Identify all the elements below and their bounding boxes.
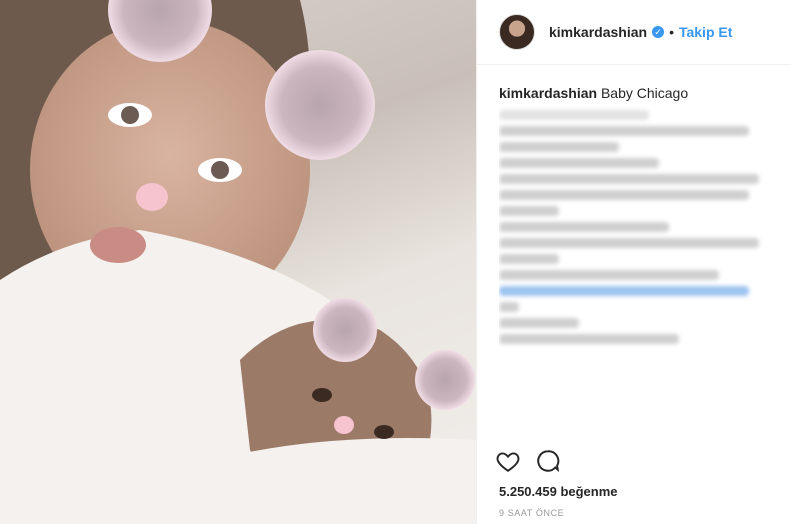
blurred-comment — [499, 206, 559, 216]
likes-count[interactable]: 5.250.459 beğenme — [499, 484, 618, 499]
blurred-comments — [499, 110, 773, 344]
instagram-post: kimkardashian ✓ • Takip Et kimkardashian… — [0, 0, 791, 524]
verified-badge-icon: ✓ — [652, 26, 665, 38]
blurred-comment — [499, 302, 519, 312]
caption-text: Baby Chicago — [600, 85, 689, 101]
caption: kimkardashian Baby Chicago — [499, 84, 773, 102]
blurred-comment — [499, 110, 649, 120]
action-bar — [495, 448, 561, 474]
avatar[interactable] — [499, 14, 535, 50]
comments-section: kimkardashian Baby Chicago — [499, 80, 773, 440]
blurred-comment — [499, 190, 749, 200]
follow-button[interactable]: Takip Et — [679, 24, 732, 40]
timestamp[interactable]: 9 SAAT ÖNCE — [499, 508, 564, 518]
comment-icon[interactable] — [535, 448, 561, 474]
separator-dot: • — [669, 24, 674, 40]
blurred-comment — [499, 126, 749, 136]
heart-icon[interactable] — [495, 448, 521, 474]
blurred-comment — [499, 318, 579, 328]
blurred-comment — [499, 142, 619, 152]
post-header: kimkardashian ✓ • Takip Et — [477, 0, 791, 65]
username-link[interactable]: kimkardashian — [549, 24, 647, 40]
caption-username[interactable]: kimkardashian — [499, 85, 597, 101]
photo-illustration — [0, 0, 476, 524]
blurred-comment — [499, 286, 749, 296]
post-photo[interactable] — [0, 0, 476, 524]
blurred-comment — [499, 158, 659, 168]
blurred-comment — [499, 238, 759, 248]
blurred-comment — [499, 222, 669, 232]
post-sidebar: kimkardashian ✓ • Takip Et kimkardashian… — [476, 0, 791, 524]
blurred-comment — [499, 174, 759, 184]
blurred-comment — [499, 254, 559, 264]
blurred-comment — [499, 270, 719, 280]
blurred-comment — [499, 334, 679, 344]
